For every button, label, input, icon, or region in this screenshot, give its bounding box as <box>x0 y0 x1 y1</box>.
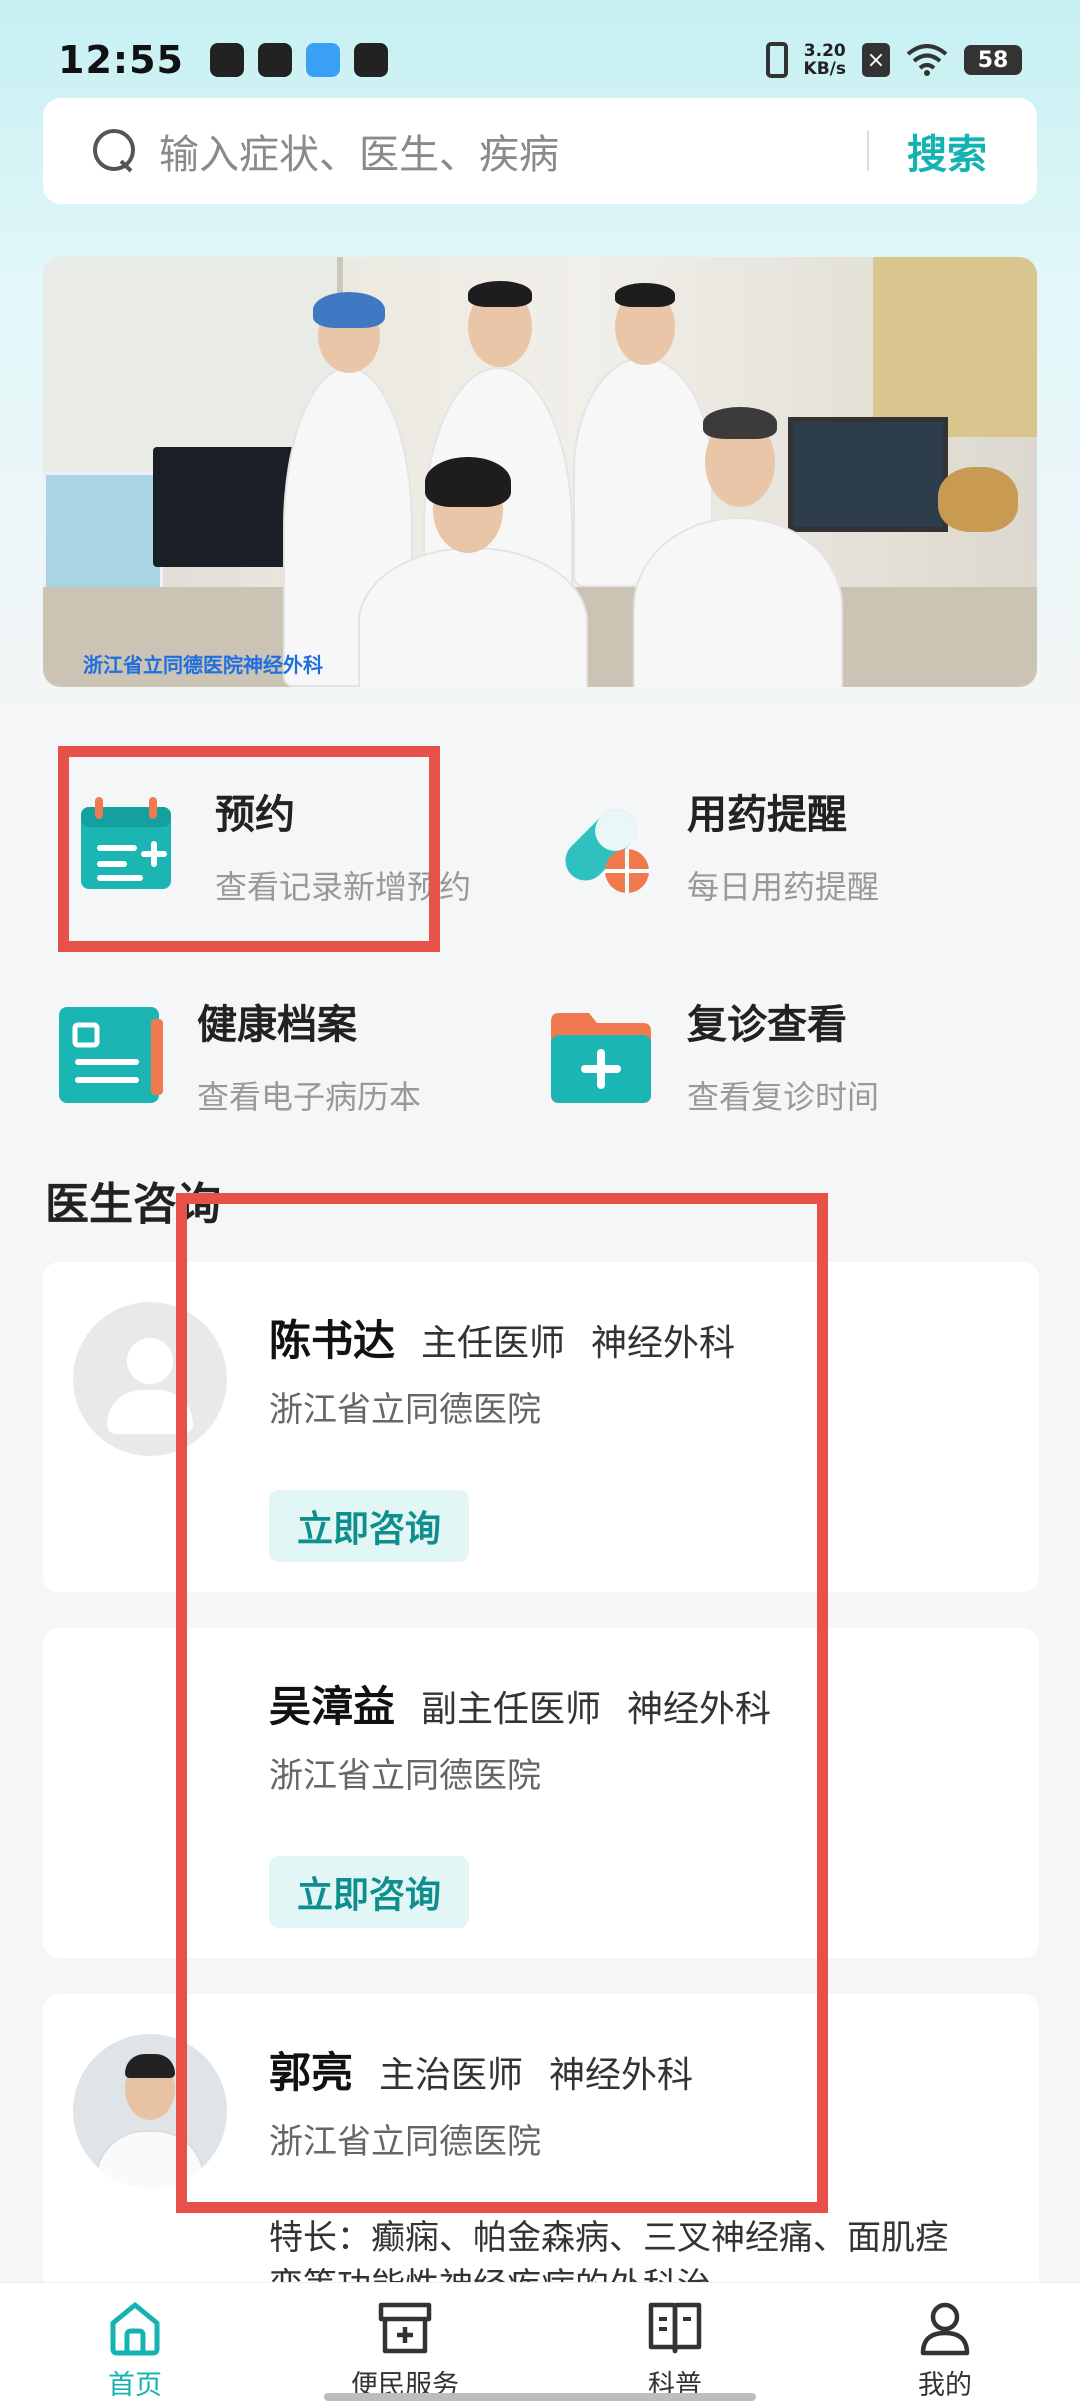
service-medication-reminder[interactable]: 用药提醒 每日用药提醒 <box>545 775 1025 915</box>
network-speed: 3.20 KB/s <box>804 42 846 78</box>
photo-doctor-4 <box>358 547 588 687</box>
speed-value: 3.20 <box>803 41 846 61</box>
banner-monitor-2 <box>788 417 948 532</box>
nav-label: 首页 <box>108 2370 162 2401</box>
service-icon <box>378 2302 432 2354</box>
avatar-photo-hair <box>125 2054 175 2078</box>
tiktok-icon <box>209 43 244 77</box>
vibrate-icon <box>765 42 788 78</box>
service-subtitle: 每日用药提醒 <box>687 868 880 906</box>
service-title: 健康档案 <box>197 1002 357 1048</box>
no-sim-icon: × <box>862 43 890 77</box>
status-right: 3.20 KB/s × 58 <box>765 42 1022 78</box>
annotation-box-doctors <box>176 1193 828 2213</box>
user-icon <box>920 2302 970 2356</box>
home-icon <box>110 2302 160 2356</box>
bottom-nav: 首页 便民服务 科普 我的 <box>0 2282 1080 2408</box>
banner-curtain <box>873 257 1037 437</box>
status-app-icons <box>209 43 388 77</box>
app-swirl-icon <box>257 43 292 77</box>
banner-image[interactable]: 浙江省立同德医院神经外科 <box>43 257 1037 687</box>
photo-doctor-4-hair <box>425 457 511 507</box>
status-time: 12:55 <box>58 38 184 82</box>
health-record-icon <box>55 999 167 1111</box>
search-icon <box>93 129 137 173</box>
pill-icon <box>545 789 657 901</box>
photo-doctor-2-hair <box>468 281 532 307</box>
photo-doctor-5-hair <box>703 407 777 439</box>
banner-caption: 浙江省立同德医院神经外科 <box>83 653 323 677</box>
folder-plus-icon <box>545 999 657 1111</box>
photo-doctor-3-hair <box>615 283 675 307</box>
nav-label: 我的 <box>918 2370 972 2401</box>
search-bar[interactable]: 输入症状、医生、疾病 搜索 <box>43 98 1037 204</box>
avatar-placeholder-icon <box>127 1338 173 1384</box>
nav-mine[interactable]: 我的 <box>810 2283 1080 2408</box>
home-indicator[interactable] <box>324 2393 756 2401</box>
skull-model <box>938 467 1018 532</box>
photo-doctor-1-cap <box>313 292 385 328</box>
book-icon <box>648 2302 702 2354</box>
app-message-icon <box>353 43 388 77</box>
annotation-box-appointment <box>58 746 440 952</box>
search-divider <box>867 131 869 171</box>
nav-services[interactable]: 便民服务 <box>270 2283 540 2408</box>
service-health-record[interactable]: 健康档案 查看电子病历本 <box>55 985 535 1125</box>
search-button[interactable]: 搜索 <box>907 122 987 180</box>
service-subtitle: 查看复诊时间 <box>687 1078 880 1116</box>
wifi-icon <box>906 44 948 76</box>
nav-home[interactable]: 首页 <box>0 2283 270 2408</box>
service-subtitle: 查看电子病历本 <box>197 1078 422 1116</box>
nav-science[interactable]: 科普 <box>540 2283 810 2408</box>
service-title: 复诊查看 <box>687 1002 847 1048</box>
battery-icon: 58 <box>964 45 1022 75</box>
service-follow-up[interactable]: 复诊查看 查看复诊时间 <box>545 985 1025 1125</box>
search-input[interactable]: 输入症状、医生、疾病 <box>159 122 867 180</box>
service-title: 用药提醒 <box>687 792 847 838</box>
photo-doctor-5 <box>633 517 843 687</box>
speed-unit: KB/s <box>803 59 846 79</box>
app-blue-icon <box>305 43 340 77</box>
